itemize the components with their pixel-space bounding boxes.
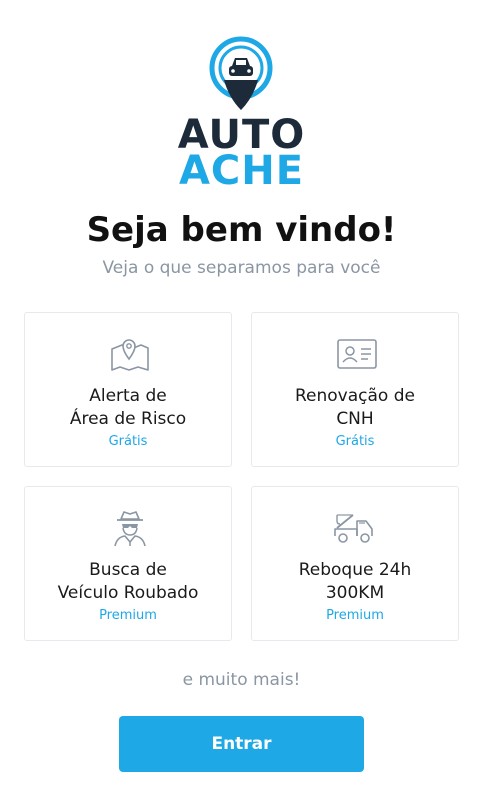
feature-title-line1: Reboque 24h [298,560,412,580]
feature-card-risk-area[interactable]: Alerta de Área de Risco Grátis [24,312,232,467]
feature-card-cnh-renewal[interactable]: Renovação de CNH Grátis [251,312,459,467]
logo-text-ache: ACHE [178,148,305,194]
page-subtitle: Veja o que separamos para você [102,258,381,278]
page-title: Seja bem vindo! [86,210,397,250]
app-logo: AUTO ACHE [0,30,483,194]
feature-title-line1: Renovação de [295,386,415,406]
enter-button[interactable]: Entrar [119,716,364,772]
feature-title-line2: CNH [336,409,374,429]
feature-title-line2: 300KM [325,583,385,603]
feature-card-stolen-vehicle[interactable]: Busca de Veículo Roubado Premium [24,486,232,641]
feature-price-tag: Grátis [108,434,148,449]
feature-title-line1: Alerta de [89,386,167,406]
feature-price-tag: Grátis [335,434,375,449]
feature-title-line2: Veículo Roubado [57,583,199,603]
feature-price-tag: Premium [99,608,157,623]
feature-price-tag: Premium [326,608,384,623]
feature-title-line1: Busca de [89,560,167,580]
feature-card-tow-service[interactable]: Reboque 24h 300KM Premium [251,486,459,641]
id-card-icon [337,339,377,369]
map-pin-icon [111,339,149,371]
feature-title-line2: Área de Risco [69,409,187,429]
tow-truck-icon [334,514,373,543]
more-features-text: e muito mais! [182,670,301,690]
spy-agent-icon [114,511,146,547]
